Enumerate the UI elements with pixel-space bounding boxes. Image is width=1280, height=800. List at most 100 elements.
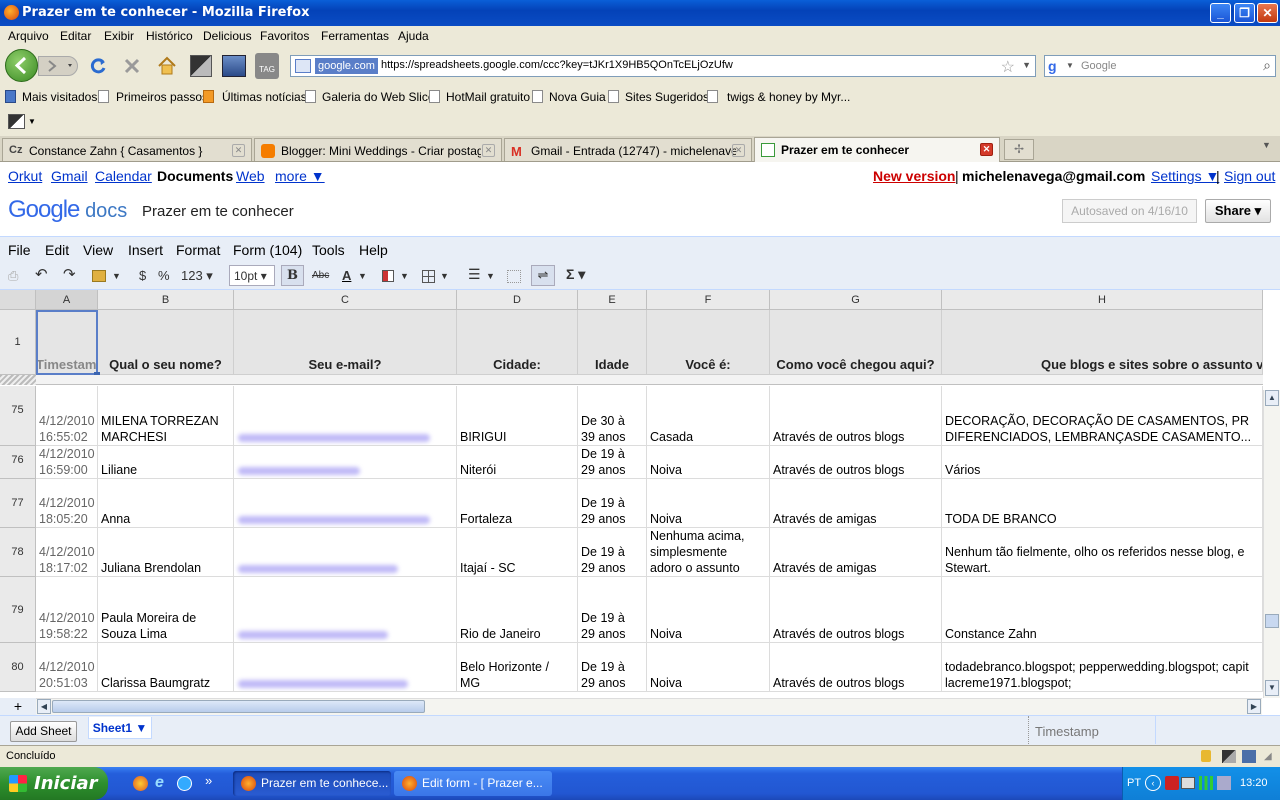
cell-voce[interactable]: Casada [647,386,770,446]
scroll-left-icon[interactable]: ◀ [37,699,51,714]
cell-city[interactable]: Niterói [457,446,578,479]
bookmark-nova-guia[interactable]: Nova Guia [549,90,606,104]
cell-como[interactable]: Através de outros blogs [770,386,942,446]
ie-quicklaunch-icon[interactable]: e [155,774,164,792]
menu-historico[interactable]: Histórico [146,29,193,43]
minimize-button[interactable]: _ [1210,3,1231,23]
chevron-down-icon[interactable]: ▼ [440,271,449,281]
link-calendar[interactable]: Calendar [95,168,152,184]
cell-city[interactable]: Fortaleza [457,479,578,528]
document-title[interactable]: Prazer em te conhecer [142,203,294,220]
cell-name[interactable]: Paula Moreira de Souza Lima [98,577,234,643]
menu-arquivo[interactable]: Arquivo [8,29,49,43]
share-button[interactable]: Share ▾ [1205,199,1271,223]
column-header-d[interactable]: D [457,290,578,310]
column-header-g[interactable]: G [770,290,942,310]
taskbar-item-edit-form[interactable]: Edit form - [ Prazer e... [394,771,552,796]
cell-age[interactable]: De 19 à 29 anos [578,528,647,577]
tab-close-icon[interactable]: ✕ [232,144,245,157]
url-dropdown-icon[interactable]: ▼ [1022,60,1031,70]
menu-favoritos[interactable]: Favoritos [260,29,309,43]
ie-quicklaunch-icon[interactable] [177,776,192,791]
chrome-quicklaunch-icon[interactable] [133,776,148,791]
cell-email-redacted[interactable] [234,643,457,692]
row-header-75[interactable]: 75 [0,386,36,446]
cell-como[interactable]: Através de amigas [770,528,942,577]
cell-name[interactable]: Anna [98,479,234,528]
header-cell-como[interactable]: Como você chegou aqui? [770,310,942,375]
addon-status-icon[interactable] [1242,750,1256,763]
link-settings[interactable]: Settings ▼ [1151,168,1219,184]
clock[interactable]: 13:20 [1240,777,1268,789]
cell-name[interactable]: Liliane [98,446,234,479]
cell-timestamp[interactable]: 4/12/2010 16:55:02 [36,386,98,446]
menu-ajuda[interactable]: Ajuda [398,29,429,43]
chevron-down-icon[interactable]: ▼ [358,271,367,281]
cell-timestamp[interactable]: 4/12/2010 18:17:02 [36,528,98,577]
currency-format-button[interactable]: $ [139,268,146,283]
cell-voce[interactable]: Noiva [647,577,770,643]
new-tab-button[interactable]: ✢ [1004,139,1034,160]
cell-age[interactable]: De 30 à 39 anos [578,386,647,446]
vertical-scrollbar[interactable]: ▲ ▼ [1263,390,1280,698]
menu-edit[interactable]: Edit [45,242,69,258]
resize-grip-icon[interactable]: ◢ [1264,751,1272,762]
link-new-version[interactable]: New version [873,168,955,184]
language-indicator[interactable]: PT [1127,777,1141,789]
chevron-down-icon[interactable]: ▼ [400,271,409,281]
cell-timestamp[interactable]: 4/12/2010 18:05:20 [36,479,98,528]
taskbar-item-prazer[interactable]: Prazer em te conhece... [233,771,391,796]
chevron-down-icon[interactable]: ▼ [112,271,121,281]
cell-blogs[interactable]: Nenhum tão fielmente, olho os referidos … [942,528,1263,577]
reload-icon[interactable] [88,56,108,79]
row-header-78[interactable]: 78 [0,528,36,577]
cell-city[interactable]: Belo Horizonte / MG [457,643,578,692]
bold-button[interactable]: B [281,265,304,286]
signal-tray-icon[interactable] [1199,776,1213,790]
forward-button[interactable] [38,56,78,76]
cell-timestamp[interactable]: 4/12/2010 20:51:03 [36,643,98,692]
tab-gmail[interactable]: M Gmail - Entrada (12747) - michelenaveg… [504,138,752,161]
cell-como[interactable]: Através de amigas [770,479,942,528]
align-icon[interactable]: ☰ [468,266,481,283]
network-tray-icon[interactable] [1181,777,1195,789]
search-placeholder[interactable]: Google [1081,60,1116,72]
menu-tools[interactable]: Tools [312,242,345,258]
menu-insert[interactable]: Insert [128,242,163,258]
redo-icon[interactable]: ↷ [63,265,76,283]
sheet-tab-sheet1[interactable]: Sheet1 ▼ [88,717,152,739]
quicklaunch-more-icon[interactable]: » [205,773,212,788]
tab-constance-zahn[interactable]: Cz Constance Zahn { Casamentos } ✕ [2,138,252,161]
stop-icon[interactable] [122,56,142,79]
cell-age[interactable]: De 19 à 29 anos [578,643,647,692]
menu-format[interactable]: Format [176,242,220,258]
cell-como[interactable]: Através de outros blogs [770,446,942,479]
cell-email-redacted[interactable] [234,528,457,577]
start-button[interactable]: Iniciar [0,767,108,800]
scroll-thumb[interactable] [1265,614,1279,628]
menu-exibir[interactable]: Exibir [104,29,134,43]
cell-blogs[interactable]: Constance Zahn [942,577,1263,643]
home-icon[interactable] [156,55,178,80]
bookmark-sites-sugeridos[interactable]: Sites Sugeridos [625,90,709,104]
bookmark-primeiros-passos[interactable]: Primeiros passos [116,90,208,104]
header-cell-name[interactable]: Qual o seu nome? [98,310,234,375]
cell-city[interactable]: BIRIGUI [457,386,578,446]
cell-timestamp[interactable]: 4/12/2010 19:58:22 [36,577,98,643]
undo-icon[interactable]: ↶ [35,265,48,283]
column-header-c[interactable]: C [234,290,457,310]
select-all-corner[interactable] [0,290,36,310]
cell-como[interactable]: Através de outros blogs [770,643,942,692]
sum-function-dropdown[interactable]: Σ ▾ [566,266,585,283]
close-window-button[interactable]: ✕ [1257,3,1278,23]
bookmark-galeria-web-slice[interactable]: Galeria do Web Slice [322,90,435,104]
cell-age[interactable]: De 19 à 29 anos [578,479,647,528]
header-cell-timestamp[interactable]: Timestamp [36,310,98,375]
strikethrough-button[interactable]: Abc [312,270,329,281]
cell-voce[interactable]: Noiva [647,479,770,528]
header-cell-voce[interactable]: Você é: [647,310,770,375]
cell-blogs[interactable]: Vários [942,446,1263,479]
cell-age[interactable]: De 19 à 29 anos [578,577,647,643]
chevron-down-icon[interactable]: ▼ [28,117,36,126]
engine-dropdown-icon[interactable]: ▼ [1066,61,1074,70]
